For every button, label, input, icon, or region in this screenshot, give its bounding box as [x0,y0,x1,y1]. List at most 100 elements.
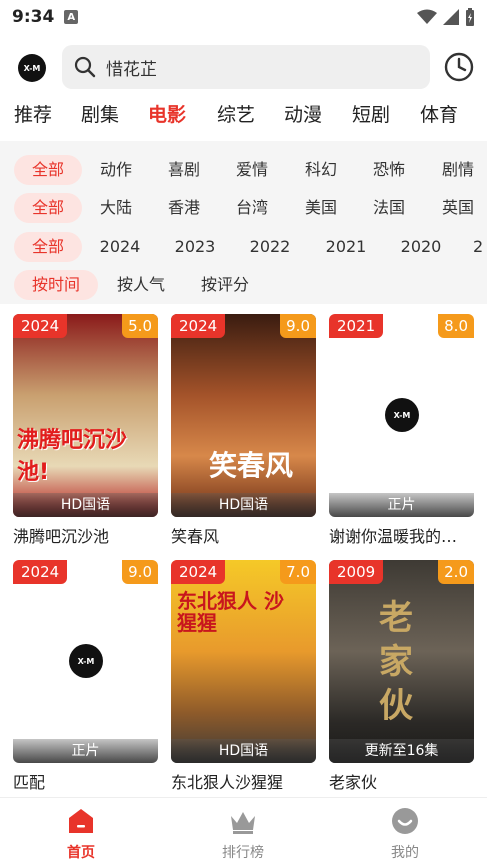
poster-art-text: 笑春风 [209,449,294,482]
region-chip[interactable]: 英国 [438,193,478,223]
placeholder-logo: X-M [61,636,111,686]
notification-app-icon: A [64,10,79,24]
smile-icon [392,808,418,834]
tab-short-drama[interactable]: 短剧 [352,100,390,127]
year-badge: 2024 [13,314,68,338]
header: X-M 惜花芷 [0,45,487,91]
region-filter-row: 全部 大陆 香港 台湾 美国 法国 英国 [0,193,487,223]
movie-card[interactable]: 东北狠人 沙猩猩 2024 7.0 HD国语 东北狠人沙猩猩 [171,560,316,793]
year-chip[interactable]: 2022 [246,232,294,262]
movie-title[interactable]: 匹配 [13,769,163,793]
sort-chip-rating[interactable]: 按评分 [196,270,254,300]
score-badge: 7.0 [280,560,316,584]
wifi-icon [417,9,437,24]
tab-recommend[interactable]: 推荐 [14,100,52,127]
crown-icon [231,812,255,834]
quality-label: 更新至16集 [329,739,474,763]
genre-chip[interactable]: 动作 [96,155,136,185]
placeholder-logo-mark: X-M [69,644,103,678]
year-badge: 2009 [329,560,384,584]
year-chip[interactable]: 2021 [322,232,370,262]
score-badge: 5.0 [122,314,158,338]
genre-chip-all[interactable]: 全部 [14,155,82,185]
quality-label: HD国语 [171,739,316,763]
sort-filter-row: 按时间 按人气 按评分 [0,270,487,300]
category-tabs: 推荐 剧集 电影 综艺 动漫 短剧 体育 [0,100,487,134]
placeholder-logo-mark: X-M [385,398,419,432]
genre-chip[interactable]: 剧情 [438,155,478,185]
movie-title[interactable]: 老家伙 [329,769,479,793]
nav-mine[interactable]: 我的 [365,806,445,862]
movie-card[interactable]: 沸腾吧沉沙池! 2024 5.0 HD国语 沸腾吧沉沙池 [13,314,158,547]
year-chip[interactable]: 2 [473,232,487,262]
nav-home[interactable]: 首页 [41,806,121,862]
region-chip[interactable]: 美国 [301,193,341,223]
status-bar: 9:34 A [0,0,487,34]
genre-chip[interactable]: 恐怖 [369,155,409,185]
quality-label: 正片 [329,493,474,517]
genre-chip[interactable]: 科幻 [301,155,341,185]
movie-poster-placeholder[interactable]: X-M 2021 8.0 正片 [329,314,474,517]
movie-title[interactable]: 东北狠人沙猩猩 [171,769,321,793]
poster-art-text: 东北狠人 沙猩猩 [177,589,284,635]
signal-icon [443,9,459,25]
movie-title[interactable]: 沸腾吧沉沙池 [13,523,163,547]
genre-chip[interactable]: 爱情 [232,155,272,185]
tab-variety[interactable]: 综艺 [217,100,255,127]
movie-card[interactable]: 老家伙 2009 2.0 更新至16集 老家伙 [329,560,474,793]
year-badge: 2024 [171,560,226,584]
year-badge: 2024 [13,560,68,584]
region-chip[interactable]: 法国 [369,193,409,223]
year-chip-all[interactable]: 全部 [14,232,82,262]
sort-chip-popularity[interactable]: 按人气 [112,270,170,300]
region-chip[interactable]: 香港 [164,193,204,223]
year-badge: 2021 [329,314,384,338]
movie-card[interactable]: X-M 2024 9.0 正片 匹配 [13,560,158,793]
tab-movies[interactable]: 电影 [148,100,186,127]
tab-anime[interactable]: 动漫 [284,100,322,127]
movie-poster[interactable]: 东北狠人 沙猩猩 2024 7.0 HD国语 [171,560,316,763]
nav-home-label: 首页 [67,845,95,861]
movie-poster-placeholder[interactable]: X-M 2024 9.0 正片 [13,560,158,763]
quality-label: HD国语 [13,493,158,517]
score-badge: 9.0 [122,560,158,584]
nav-mine-label: 我的 [391,845,419,861]
year-filter-row: 全部 2024 2023 2022 2021 2020 2 [0,232,487,262]
search-input[interactable]: 惜花芷 [106,55,157,80]
home-icon [69,809,93,833]
nav-ranking-label: 排行榜 [222,845,264,861]
region-chip[interactable]: 台湾 [232,193,272,223]
quality-label: 正片 [13,739,158,763]
movie-card[interactable]: X-M 2021 8.0 正片 谢谢你温暖我的… [329,314,474,547]
year-chip[interactable]: 2023 [171,232,219,262]
tab-sports[interactable]: 体育 [420,100,458,127]
app-logo[interactable]: X-M [18,54,46,82]
search-bar[interactable]: 惜花芷 [62,45,430,89]
status-time: 9:34 [12,7,55,27]
search-icon [74,56,96,78]
quality-label: HD国语 [171,493,316,517]
genre-chip[interactable]: 喜剧 [164,155,204,185]
region-chip[interactable]: 大陆 [96,193,136,223]
sort-chip-time[interactable]: 按时间 [14,270,98,300]
movie-card[interactable]: 笑春风 2024 9.0 HD国语 笑春风 [171,314,316,547]
movie-poster[interactable]: 笑春风 2024 9.0 HD国语 [171,314,316,517]
score-badge: 9.0 [280,314,316,338]
year-chip[interactable]: 2024 [96,232,144,262]
nav-ranking[interactable]: 排行榜 [203,806,283,862]
movie-poster[interactable]: 老家伙 2009 2.0 更新至16集 [329,560,474,763]
score-badge: 8.0 [438,314,474,338]
score-badge: 2.0 [438,560,474,584]
genre-filter-row: 全部 动作 喜剧 爱情 科幻 恐怖 剧情 [0,155,487,185]
tab-series[interactable]: 剧集 [81,100,119,127]
movie-title[interactable]: 笑春风 [171,523,321,547]
movie-title[interactable]: 谢谢你温暖我的… [329,523,479,547]
year-badge: 2024 [171,314,226,338]
year-chip[interactable]: 2020 [397,232,445,262]
movie-poster[interactable]: 沸腾吧沉沙池! 2024 5.0 HD国语 [13,314,158,517]
poster-art-text: 沸腾吧沉沙池! [17,428,128,485]
filter-panel: 全部 动作 喜剧 爱情 科幻 恐怖 剧情 全部 大陆 香港 台湾 美国 法国 英… [0,141,487,304]
placeholder-logo: X-M [377,390,427,440]
history-clock-icon[interactable] [443,51,475,83]
region-chip-all[interactable]: 全部 [14,193,82,223]
